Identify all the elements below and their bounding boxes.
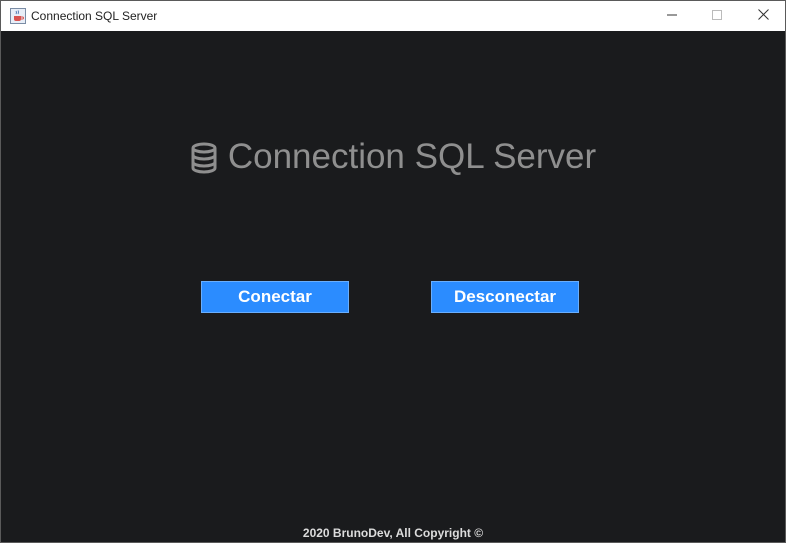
app-window: Connection SQL Server Connection SQL Ser…	[0, 0, 786, 543]
minimize-icon	[667, 7, 677, 25]
maximize-icon	[712, 7, 722, 25]
maximize-button[interactable]	[694, 1, 740, 31]
title-bar[interactable]: Connection SQL Server	[1, 1, 785, 31]
connect-button[interactable]: Conectar	[201, 281, 349, 313]
java-cup-icon	[10, 8, 26, 24]
disconnect-button[interactable]: Desconectar	[431, 281, 579, 313]
database-icon	[190, 140, 218, 174]
main-panel: Connection SQL Server Conectar Desconect…	[1, 31, 785, 542]
page-title: Connection SQL Server	[227, 137, 597, 176]
close-button[interactable]	[740, 1, 786, 31]
window-title: Connection SQL Server	[31, 9, 158, 23]
page-heading: Connection SQL Server	[1, 135, 785, 179]
copyright-footer: 2020 BrunoDev, All Copyright ©	[302, 526, 484, 540]
minimize-button[interactable]	[649, 1, 695, 31]
close-icon	[757, 7, 769, 25]
